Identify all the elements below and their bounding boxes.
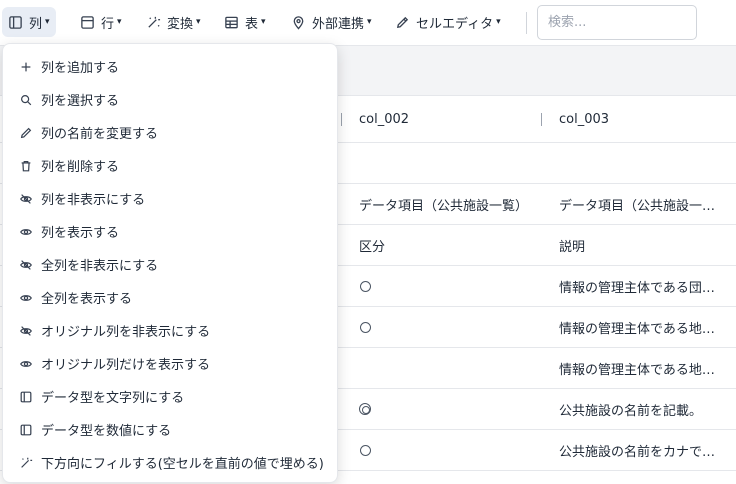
column-panel-icon <box>20 424 32 435</box>
column-divider[interactable] <box>341 113 342 126</box>
column-panel-icon <box>20 391 32 402</box>
table-cell[interactable]: 公共施設の名前を記載。 <box>559 389 719 429</box>
menu-item-set-type-number[interactable]: データ型を数値にする <box>3 413 337 446</box>
menu-item-show-all-columns[interactable]: 全列を表示する <box>3 281 337 314</box>
cell-editor-menu-label: セルエディタ <box>416 16 494 32</box>
menu-item-fill-down[interactable]: 下方向にフィルする(空セルを直前の値で埋める) <box>3 446 337 479</box>
menu-item-rename-column[interactable]: 列の名前を変更する <box>3 116 337 149</box>
table-menu-label: 表 <box>245 16 259 32</box>
pencil-icon <box>396 16 409 28</box>
menu-item-label: オリジナル列だけを表示する <box>41 358 211 373</box>
plus-icon <box>21 62 31 71</box>
double-circle-mark-icon <box>359 403 371 415</box>
menu-item-hide-all-columns[interactable]: 全列を非表示にする <box>3 248 337 281</box>
column-header-col-002[interactable]: col_002 <box>359 96 529 142</box>
row-panel-icon <box>81 15 94 29</box>
table-menu-button[interactable]: 表 ▾ <box>218 7 272 37</box>
toolbar: 列 ▾ 行 ▾ 変換 ▾ 表 ▾ 外部連携 ▾ セルエディタ ▾ <box>0 0 736 46</box>
menu-item-set-type-string[interactable]: データ型を文字列にする <box>3 380 337 413</box>
table-cell[interactable] <box>359 307 529 347</box>
chevron-down-icon: ▾ <box>196 17 201 27</box>
table-cell[interactable] <box>359 266 529 306</box>
table-cell[interactable]: 公共施設の名前をカナで記載… <box>559 430 719 470</box>
table-cell[interactable]: 情報の管理主体である地方公共団体… <box>559 348 719 388</box>
menu-item-label: 列を表示する <box>41 226 120 241</box>
menu-item-label: 全列を表示する <box>41 292 133 307</box>
external-link-menu-button[interactable]: 外部連携 ▾ <box>285 7 378 37</box>
circle-mark-icon <box>360 444 371 456</box>
chevron-down-icon: ▾ <box>45 17 50 27</box>
chevron-down-icon: ▾ <box>496 17 501 27</box>
trash-icon <box>21 160 31 171</box>
menu-item-label: オリジナル列を非表示にする <box>41 325 211 340</box>
menu-item-label: 列を選択する <box>41 94 120 109</box>
column-menu-label: 列 <box>29 16 43 32</box>
row-menu-label: 行 <box>101 16 115 32</box>
table-cell[interactable] <box>359 389 529 429</box>
chevron-down-icon: ▾ <box>261 17 266 27</box>
circle-mark-icon <box>360 321 371 333</box>
menu-item-label: 下方向にフィルする(空セルを直前の値で埋める) <box>41 457 324 472</box>
eye-off-icon <box>20 259 32 270</box>
transform-menu-label: 変換 <box>167 16 194 32</box>
magic-wand-icon <box>148 16 161 28</box>
menu-item-label: データ型を文字列にする <box>41 391 185 406</box>
eye-off-icon <box>20 193 32 204</box>
column-dropdown-menu: 列を追加する 列を選択する 列の名前を変更する 列を削除する 列を非表示にする … <box>2 43 338 483</box>
magic-wand-icon <box>21 457 33 468</box>
cell-editor-menu-button[interactable]: セルエディタ ▾ <box>389 7 507 37</box>
eye-icon <box>20 294 32 301</box>
circle-mark-icon <box>360 280 371 292</box>
table-icon <box>225 16 238 28</box>
column-divider[interactable] <box>541 113 542 126</box>
menu-item-label: 全列を非表示にする <box>41 259 159 274</box>
search-input[interactable] <box>537 5 697 40</box>
row-menu-button[interactable]: 行 ▾ <box>74 7 128 37</box>
menu-item-add-column[interactable]: 列を追加する <box>3 50 337 83</box>
toolbar-divider <box>526 12 527 34</box>
transform-menu-button[interactable]: 変換 ▾ <box>140 7 207 37</box>
menu-item-delete-column[interactable]: 列を削除する <box>3 149 337 182</box>
eye-icon <box>20 360 32 367</box>
menu-item-label: 列を非表示にする <box>41 193 146 208</box>
menu-item-label: 列の名前を変更する <box>41 127 159 142</box>
table-cell[interactable]: 情報の管理主体である地方公共団体… <box>559 307 719 347</box>
map-pin-icon <box>293 15 304 30</box>
eye-icon <box>20 228 32 235</box>
menu-item-hide-column[interactable]: 列を非表示にする <box>3 182 337 215</box>
menu-item-label: データ型を数値にする <box>41 424 172 439</box>
chevron-down-icon: ▾ <box>367 17 372 27</box>
menu-item-hide-original-columns[interactable]: オリジナル列を非表示にする <box>3 314 337 347</box>
menu-item-show-only-original-columns[interactable]: オリジナル列だけを表示する <box>3 347 337 380</box>
chevron-down-icon: ▾ <box>117 17 122 27</box>
table-cell[interactable] <box>359 430 529 470</box>
pencil-icon <box>20 127 32 138</box>
table-cell[interactable] <box>359 348 529 388</box>
table-cell[interactable]: 情報の管理主体である団体の… <box>559 266 719 306</box>
menu-item-show-column[interactable]: 列を表示する <box>3 215 337 248</box>
menu-item-label: 列を削除する <box>41 160 120 175</box>
column-panel-icon <box>9 15 22 29</box>
table-cell[interactable]: 区分 <box>359 225 529 265</box>
column-menu-button[interactable]: 列 ▾ <box>2 7 56 37</box>
menu-item-label: 列を追加する <box>41 61 120 76</box>
external-link-menu-label: 外部連携 <box>312 16 365 32</box>
search-icon <box>21 94 32 105</box>
menu-item-select-column[interactable]: 列を選択する <box>3 83 337 116</box>
column-header-col-003[interactable]: col_003 <box>559 96 719 142</box>
table-cell[interactable]: データ項目（公共施設一覧） <box>559 184 719 224</box>
table-cell[interactable]: 説明 <box>559 225 719 265</box>
table-cell[interactable]: データ項目（公共施設一覧） <box>359 184 529 224</box>
eye-off-icon <box>20 325 32 336</box>
